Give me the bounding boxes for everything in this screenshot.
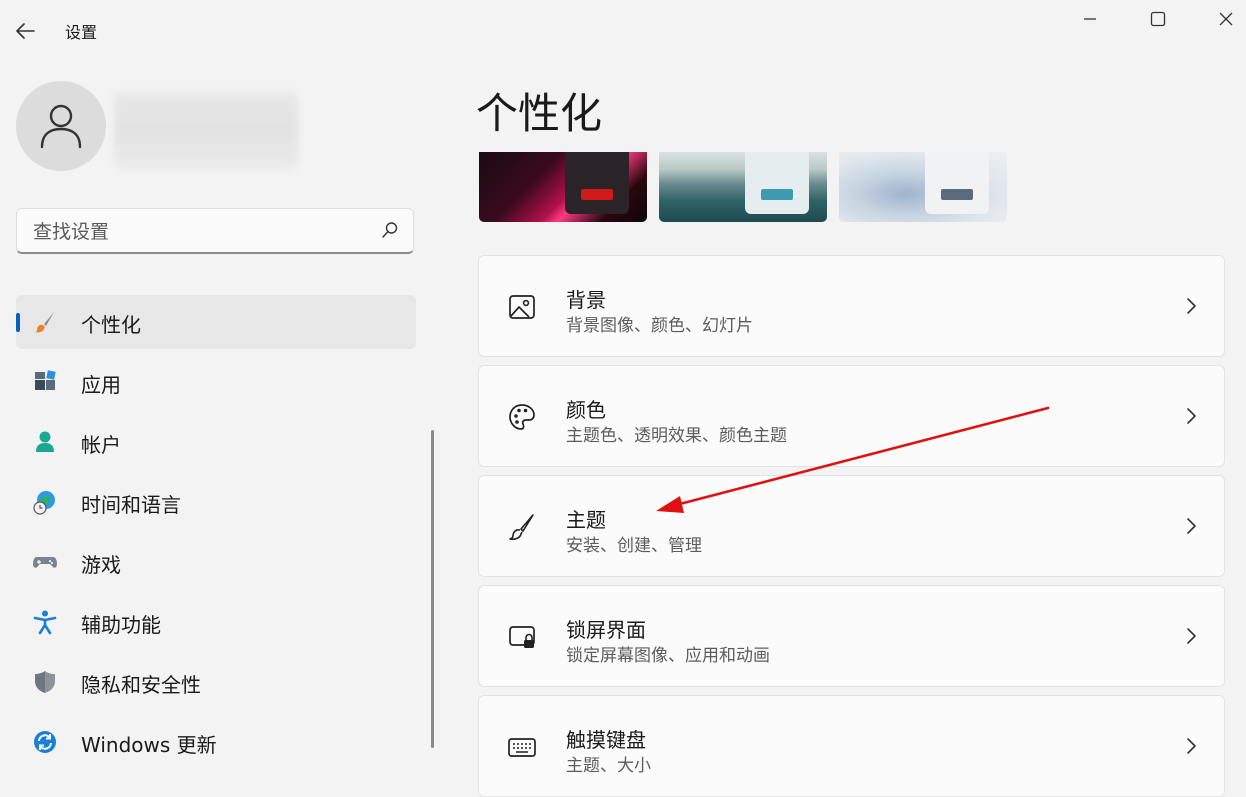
chevron-right-icon — [1187, 408, 1196, 424]
nav-item-accounts[interactable]: 帐户 — [16, 415, 416, 469]
card-title: 颜色 — [566, 398, 606, 422]
card-colors[interactable]: 颜色 主题色、透明效果、颜色主题 — [478, 365, 1225, 467]
card-title: 锁屏界面 — [566, 618, 646, 642]
card-touch-keyboard[interactable]: 触摸键盘 主题、大小 — [478, 695, 1225, 797]
chevron-right-icon — [1187, 738, 1196, 754]
nav-item-time-language[interactable]: 时间和语言 — [16, 475, 416, 529]
nav-item-windows-update[interactable]: Windows 更新 — [16, 715, 416, 769]
nav-label: 游戏 — [81, 553, 121, 577]
nav-label: 个性化 — [81, 313, 141, 337]
theme-preview-window — [925, 152, 989, 214]
account-name-blurred — [114, 92, 298, 170]
avatar[interactable] — [16, 81, 106, 171]
account-icon — [36, 431, 54, 452]
user-icon — [40, 104, 82, 149]
nav-item-gaming[interactable]: 游戏 — [16, 535, 416, 589]
card-themes[interactable]: 主题 安装、创建、管理 — [478, 475, 1225, 577]
theme-accent-bar — [761, 189, 793, 200]
nav-label: 应用 — [81, 373, 121, 397]
nav-label: 隐私和安全性 — [81, 673, 201, 697]
theme-accent-bar — [581, 189, 613, 200]
nav-item-privacy-security[interactable]: 隐私和安全性 — [16, 655, 416, 709]
chevron-right-icon — [1187, 628, 1196, 644]
globe-clock-icon — [33, 491, 55, 515]
minimize-icon — [1084, 18, 1096, 20]
sidebar-scrollbar[interactable] — [431, 430, 434, 748]
nav-item-personalization[interactable]: 个性化 — [16, 295, 416, 349]
card-subtitle: 背景图像、颜色、幻灯片 — [566, 316, 753, 336]
chevron-right-icon — [1187, 518, 1196, 534]
image-icon — [509, 295, 535, 319]
close-icon — [1219, 12, 1233, 26]
card-subtitle: 主题色、透明效果、颜色主题 — [566, 426, 787, 446]
card-title: 主题 — [566, 508, 606, 532]
theme-preview-window — [565, 152, 629, 214]
nav-item-apps[interactable]: 应用 — [16, 355, 416, 409]
nav-label: Windows 更新 — [81, 733, 217, 757]
nav-label: 帐户 — [81, 433, 121, 457]
card-subtitle: 主题、大小 — [566, 756, 651, 776]
card-subtitle: 锁定屏幕图像、应用和动画 — [566, 646, 770, 666]
close-button[interactable] — [1196, 0, 1246, 38]
theme-thumbnail-bloom-light[interactable] — [839, 152, 1007, 222]
palette-icon — [509, 404, 535, 430]
nav-label: 时间和语言 — [81, 493, 181, 517]
keyboard-icon — [508, 738, 536, 757]
app-title: 设置 — [65, 23, 98, 42]
minimize-button[interactable] — [1060, 0, 1120, 38]
update-icon — [34, 731, 56, 753]
paintbrush-icon — [35, 312, 54, 333]
nav-item-accessibility[interactable]: 辅助功能 — [16, 595, 416, 649]
card-title: 触摸键盘 — [566, 728, 646, 752]
lock-screen-icon — [509, 626, 535, 648]
card-background[interactable]: 背景 背景图像、颜色、幻灯片 — [478, 255, 1225, 357]
active-indicator — [16, 313, 20, 332]
maximize-button[interactable] — [1128, 0, 1188, 38]
chevron-right-icon — [1187, 298, 1196, 314]
card-title: 背景 — [566, 288, 606, 312]
shield-icon — [35, 671, 55, 693]
page-title: 个性化 — [476, 89, 603, 138]
maximize-icon — [1150, 11, 1166, 27]
brush-icon — [509, 514, 534, 541]
nav-label: 辅助功能 — [81, 613, 161, 637]
back-button[interactable] — [6, 14, 44, 48]
back-arrow-icon — [16, 23, 35, 39]
theme-thumbnail-lake[interactable] — [659, 152, 827, 222]
card-lock-screen[interactable]: 锁屏界面 锁定屏幕图像、应用和动画 — [478, 585, 1225, 687]
card-subtitle: 安装、创建、管理 — [566, 536, 702, 556]
search-input[interactable] — [31, 217, 375, 247]
search-icon[interactable] — [381, 221, 399, 239]
accessibility-icon — [33, 610, 57, 635]
theme-accent-bar — [941, 189, 973, 200]
theme-preview-window — [745, 152, 809, 214]
search-box[interactable] — [16, 208, 414, 254]
apps-icon — [35, 370, 56, 390]
theme-thumbnail-dark-flower[interactable] — [479, 152, 647, 222]
gamepad-icon — [33, 557, 57, 568]
